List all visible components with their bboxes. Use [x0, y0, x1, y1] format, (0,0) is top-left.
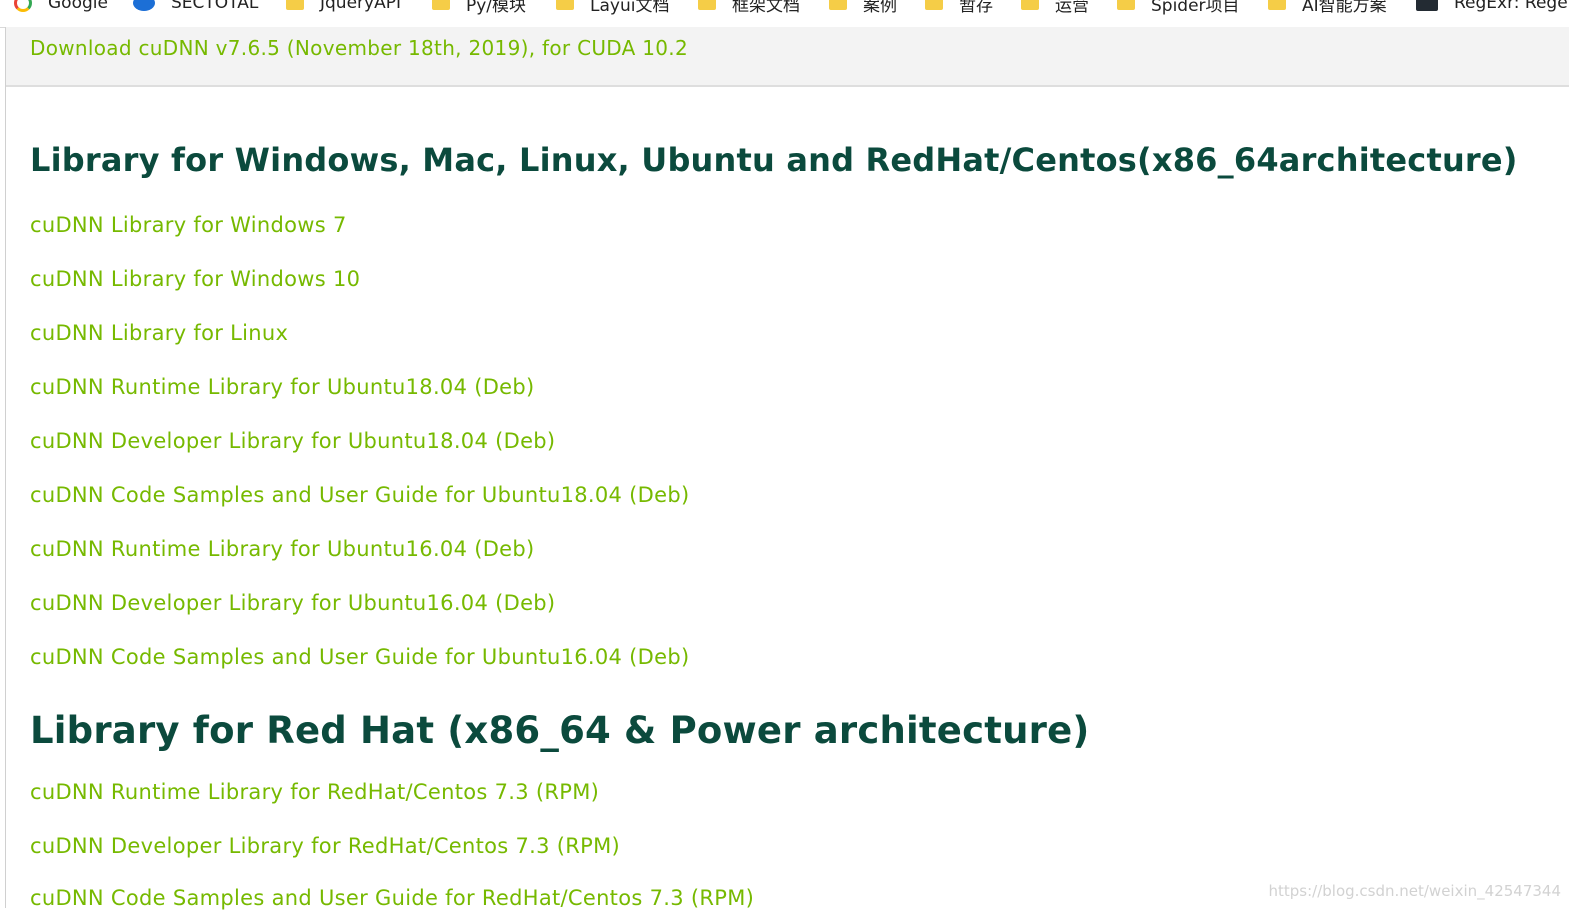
download-link-samples-redhat[interactable]: cuDNN Code Samples and User Guide for Re…	[30, 885, 754, 911]
bookmark-label: Py/模块	[466, 0, 527, 16]
bookmark-label: 运营	[1055, 0, 1089, 16]
blog-watermark: https://blog.csdn.net/weixin_42547344	[1268, 882, 1561, 900]
folder-icon	[925, 0, 943, 10]
bookmark-label: RegExr: Rege	[1454, 0, 1568, 13]
regexr-icon	[1416, 0, 1438, 11]
bookmark-regexr[interactable]: RegExr: Rege	[1416, 0, 1568, 14]
section-heading-x86-64: Library for Windows, Mac, Linux, Ubuntu …	[30, 141, 1518, 179]
bookmark-label: SECTOTAL	[171, 0, 259, 13]
download-link-windows-10[interactable]: cuDNN Library for Windows 10	[30, 266, 360, 292]
folder-icon	[1268, 0, 1286, 10]
bookmark-label: 暂存	[959, 0, 993, 16]
bookmark-label: Layui文档	[590, 0, 670, 16]
download-link-developer-ubuntu1804[interactable]: cuDNN Developer Library for Ubuntu18.04 …	[30, 428, 555, 454]
content-left-border	[5, 27, 6, 908]
bookmark-label: Google	[48, 0, 108, 13]
download-link-developer-ubuntu1604[interactable]: cuDNN Developer Library for Ubuntu16.04 …	[30, 590, 555, 616]
download-link-runtime-redhat[interactable]: cuDNN Runtime Library for RedHat/Centos …	[30, 779, 599, 805]
bookmark-jqueryapi[interactable]: JqueryAPI	[286, 0, 401, 14]
download-link-runtime-ubuntu1604[interactable]: cuDNN Runtime Library for Ubuntu16.04 (D…	[30, 536, 535, 562]
bookmark-label: JqueryAPI	[320, 0, 401, 13]
download-link-samples-ubuntu1604[interactable]: cuDNN Code Samples and User Guide for Ub…	[30, 644, 690, 670]
bookmark-label: 框架文档	[732, 0, 800, 16]
download-link-developer-redhat[interactable]: cuDNN Developer Library for RedHat/Cento…	[30, 833, 620, 859]
bookmark-framework-docs[interactable]: 框架文档	[698, 0, 800, 16]
download-link-linux[interactable]: cuDNN Library for Linux	[30, 320, 288, 346]
bookmark-temp[interactable]: 暂存	[925, 0, 993, 16]
folder-icon	[1021, 0, 1039, 10]
folder-icon	[1117, 0, 1135, 10]
section-heading-redhat: Library for Red Hat (x86_64 & Power arch…	[30, 709, 1090, 752]
bookmark-sectotal[interactable]: SECTOTAL	[133, 0, 258, 14]
bookmark-spider-project[interactable]: Spider项目	[1117, 0, 1240, 16]
bookmark-google[interactable]: Google	[14, 0, 108, 14]
download-link-samples-ubuntu1804[interactable]: cuDNN Code Samples and User Guide for Ub…	[30, 482, 690, 508]
bookmark-ai-solutions[interactable]: AI智能方案	[1268, 0, 1387, 16]
download-version-link[interactable]: Download cuDNN v7.6.5 (November 18th, 20…	[30, 36, 688, 60]
google-icon	[14, 0, 32, 12]
folder-icon	[698, 0, 716, 10]
bookmark-label: AI智能方案	[1302, 0, 1387, 16]
sectotal-icon	[133, 0, 155, 11]
bookmark-py-modules[interactable]: Py/模块	[432, 0, 527, 16]
bookmark-cases[interactable]: 案例	[829, 0, 897, 16]
bookmark-layui-docs[interactable]: Layui文档	[556, 0, 670, 16]
folder-icon	[286, 0, 304, 10]
folder-icon	[829, 0, 847, 10]
bookmark-label: 案例	[863, 0, 897, 16]
bookmark-operations[interactable]: 运营	[1021, 0, 1089, 16]
bookmarks-bar: Google SECTOTAL JqueryAPI Py/模块 Layui文档 …	[0, 0, 1569, 28]
bookmark-label: Spider项目	[1151, 0, 1240, 16]
folder-icon	[432, 0, 450, 10]
download-link-windows-7[interactable]: cuDNN Library for Windows 7	[30, 212, 347, 238]
folder-icon	[556, 0, 574, 10]
download-link-runtime-ubuntu1804[interactable]: cuDNN Runtime Library for Ubuntu18.04 (D…	[30, 374, 535, 400]
download-header-bar: Download cuDNN v7.6.5 (November 18th, 20…	[6, 27, 1569, 87]
